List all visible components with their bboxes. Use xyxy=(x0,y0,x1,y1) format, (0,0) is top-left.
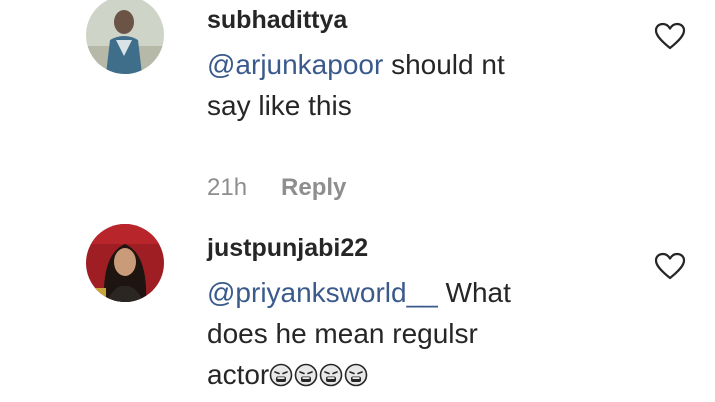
avatar[interactable] xyxy=(86,0,164,74)
reply-button[interactable]: Reply xyxy=(281,174,346,201)
comment-item: justpunjabi22 @priyanksworld__ What does… xyxy=(0,222,715,402)
comment-text: @arjunkapoor should nt say like this xyxy=(207,44,607,126)
weary-face-emoji xyxy=(319,363,343,387)
avatar-image xyxy=(86,0,164,74)
emoji-group xyxy=(269,359,369,390)
weary-face-emoji xyxy=(294,363,318,387)
comment-text-line1: should nt xyxy=(383,49,505,80)
comment-text: @priyanksworld__ What does he mean regul… xyxy=(207,272,607,395)
avatar[interactable] xyxy=(86,224,164,302)
comment-text-line1: What xyxy=(437,277,511,308)
comment-timestamp: 21h xyxy=(207,174,248,201)
comment-meta: 21h Reply xyxy=(207,174,346,202)
comment-text-line3: actor xyxy=(207,359,270,390)
comment-text-line2: say like this xyxy=(207,90,352,121)
comment-username[interactable]: subhadittya xyxy=(207,6,347,35)
weary-face-emoji xyxy=(269,363,293,387)
weary-face-emoji xyxy=(344,363,368,387)
heart-outline-icon[interactable] xyxy=(654,22,686,50)
mention-link[interactable]: @arjunkapoor xyxy=(207,49,383,80)
comment-username[interactable]: justpunjabi22 xyxy=(207,234,368,263)
heart-outline-icon[interactable] xyxy=(654,252,686,280)
comment-text-line2: does he mean regulsr xyxy=(207,318,478,349)
mention-link[interactable]: @priyanksworld__ xyxy=(207,277,438,308)
comment-item: subhadittya @arjunkapoor should nt say l… xyxy=(0,0,715,215)
avatar-image xyxy=(86,224,164,302)
